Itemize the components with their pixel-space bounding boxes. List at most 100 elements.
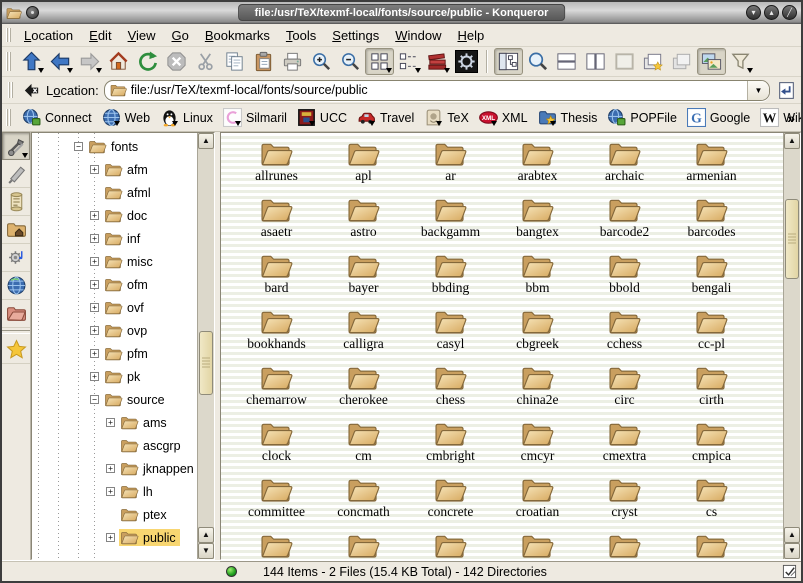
bookmarks-menu-button[interactable] [423, 48, 452, 75]
folder-cryst[interactable]: cryst [581, 473, 668, 529]
bookmark-wikipedia[interactable]: WWikipedia [755, 106, 803, 130]
minimize-button[interactable]: ▾ [746, 5, 761, 20]
bookmark-connect[interactable]: Connect [17, 106, 97, 130]
toolbar-handle[interactable] [8, 82, 15, 99]
clear-location-icon[interactable] [22, 81, 41, 100]
expand-expander-icon[interactable]: + [90, 349, 99, 358]
folder-concmath[interactable]: concmath [320, 473, 407, 529]
expand-expander-icon[interactable]: + [90, 211, 99, 220]
bookmark-xml[interactable]: XMLXML [474, 106, 533, 130]
collapse-expander-icon[interactable]: − [90, 395, 99, 404]
location-input[interactable]: file:/usr/TeX/texmf-local/fonts/source/p… [131, 83, 747, 97]
print-button[interactable] [278, 48, 307, 75]
folder-archaic[interactable]: archaic [581, 137, 668, 193]
title-bar[interactable]: file:/usr/TeX/texmf-local/fonts/source/p… [2, 2, 801, 24]
tree-item-afml[interactable]: afml [32, 181, 197, 204]
folder-bard[interactable]: bard [233, 249, 320, 305]
tree-item-inf[interactable]: +inf [32, 227, 197, 250]
toolbar-handle[interactable] [6, 28, 13, 42]
tree-item-ptex[interactable]: ptex [32, 503, 197, 526]
menu-bookmarks[interactable]: Bookmarks [198, 26, 277, 45]
expand-expander-icon[interactable]: + [90, 303, 99, 312]
folder-bbm[interactable]: bbm [494, 249, 581, 305]
tree-item-ascgrp[interactable]: ascgrp [32, 434, 197, 457]
bookmark-google[interactable]: GGoogle [682, 106, 755, 130]
folder-cherokee[interactable]: cherokee [320, 361, 407, 417]
folder-cmextra[interactable]: cmextra [581, 417, 668, 473]
folder-partial[interactable] [233, 529, 320, 559]
scroll-down-button[interactable]: ▼ [198, 543, 214, 559]
show-sidebar-button[interactable] [494, 48, 523, 75]
sidebar-tab-root-folder[interactable] [2, 300, 30, 328]
folder-armenian[interactable]: armenian [668, 137, 755, 193]
zoom-in-button[interactable] [307, 48, 336, 75]
folder-apl[interactable]: apl [320, 137, 407, 193]
tree-item-ofm[interactable]: +ofm [32, 273, 197, 296]
location-dropdown-button[interactable]: ▼ [747, 81, 769, 100]
tree-item-pfm[interactable]: +pfm [32, 342, 197, 365]
folder-circ[interactable]: circ [581, 361, 668, 417]
sidebar-tab-home-folder[interactable] [2, 216, 30, 244]
folder-partial[interactable] [320, 529, 407, 559]
folder-bangtex[interactable]: bangtex [494, 193, 581, 249]
go-button[interactable] [776, 80, 797, 101]
toolbar-handle[interactable] [6, 52, 13, 71]
menu-tools[interactable]: Tools [279, 26, 323, 45]
folder-partial[interactable] [494, 529, 581, 559]
konqueror-gear-button[interactable] [452, 48, 481, 75]
folder-bayer[interactable]: bayer [320, 249, 407, 305]
zoom-out-button[interactable] [336, 48, 365, 75]
sidebar-tab-bookmark-flag[interactable] [2, 160, 30, 188]
filter-button[interactable] [726, 48, 755, 75]
new-tab-button[interactable] [639, 48, 668, 75]
expand-expander-icon[interactable]: + [106, 487, 115, 496]
folder-bbold[interactable]: bbold [581, 249, 668, 305]
reload-button[interactable] [133, 48, 162, 75]
scroll-up-button[interactable]: ▲ [784, 133, 800, 149]
folder-chess[interactable]: chess [407, 361, 494, 417]
expand-expander-icon[interactable]: + [90, 326, 99, 335]
home-button[interactable] [104, 48, 133, 75]
overflow-chevron[interactable]: » [787, 110, 795, 126]
folder-barcode2[interactable]: barcode2 [581, 193, 668, 249]
split-view-top-bottom-button[interactable] [552, 48, 581, 75]
bookmark-thesis[interactable]: Thesis [533, 106, 603, 130]
tree-item-ovp[interactable]: +ovp [32, 319, 197, 342]
bookmark-travel[interactable]: Travel [352, 106, 419, 130]
folder-committee[interactable]: committee [233, 473, 320, 529]
folder-bbding[interactable]: bbding [407, 249, 494, 305]
folder-cmcyr[interactable]: cmcyr [494, 417, 581, 473]
tree-item-ams[interactable]: +ams [32, 411, 197, 434]
copy-button[interactable] [220, 48, 249, 75]
list-view-button[interactable] [394, 48, 423, 75]
folder-cm[interactable]: cm [320, 417, 407, 473]
folder-cmpica[interactable]: cmpica [668, 417, 755, 473]
folder-casyl[interactable]: casyl [407, 305, 494, 361]
folder-partial[interactable] [581, 529, 668, 559]
icon-view-button[interactable] [365, 48, 394, 75]
scroll-down-button[interactable]: ▼ [784, 543, 800, 559]
expand-expander-icon[interactable]: + [90, 257, 99, 266]
folder-cbgreek[interactable]: cbgreek [494, 305, 581, 361]
folder-barcodes[interactable]: barcodes [668, 193, 755, 249]
tree-item-source[interactable]: −source [32, 388, 197, 411]
tree-item-jknappen[interactable]: +jknappen [32, 457, 197, 480]
folder-ar[interactable]: ar [407, 137, 494, 193]
tree-item-afm[interactable]: +afm [32, 158, 197, 181]
expand-expander-icon[interactable]: + [90, 372, 99, 381]
bookmark-web[interactable]: Web [97, 106, 155, 130]
bookmark-silmaril[interactable]: Silmaril [218, 106, 292, 130]
expand-expander-icon[interactable]: + [90, 280, 99, 289]
folder-asaetr[interactable]: asaetr [233, 193, 320, 249]
collapse-expander-icon[interactable]: − [74, 142, 83, 151]
expand-expander-icon[interactable]: + [106, 464, 115, 473]
tree-item-ovf[interactable]: +ovf [32, 296, 197, 319]
folder-partial[interactable] [407, 529, 494, 559]
close-button[interactable]: ╱ [782, 5, 797, 20]
location-combobox[interactable]: file:/usr/TeX/texmf-local/fonts/source/p… [104, 80, 770, 101]
tree-item-doc[interactable]: +doc [32, 204, 197, 227]
tree-item-pk[interactable]: +pk [32, 365, 197, 388]
bookmark-tex[interactable]: TeX [419, 106, 474, 130]
menu-help[interactable]: Help [451, 26, 492, 45]
tree-item-lh[interactable]: +lh [32, 480, 197, 503]
